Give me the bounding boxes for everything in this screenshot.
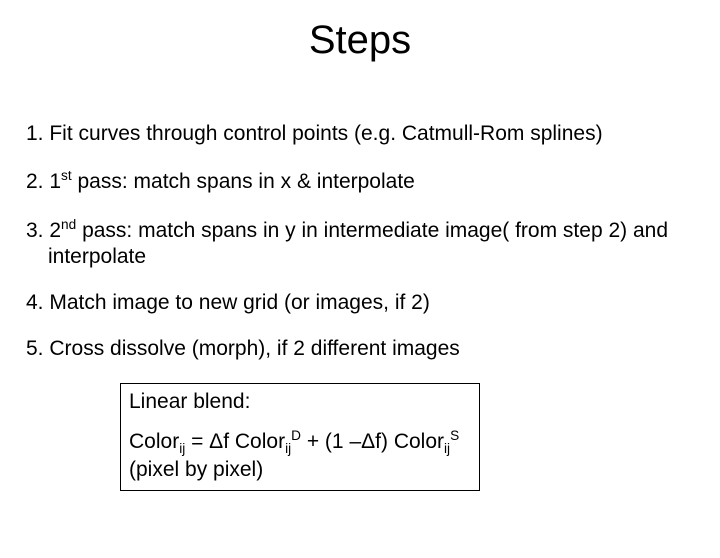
linear-blend-box: Linear blend: Colorij = Δf ColorijD + (1… [120, 383, 480, 492]
step-2-sup: st [61, 168, 72, 183]
f-d: D [291, 428, 301, 443]
step-3-prefix: 2 [49, 219, 61, 242]
step-2-num: 2. [26, 170, 44, 193]
step-3-num: 3. [26, 219, 44, 242]
step-3-rest: pass: match spans in y in intermediate i… [48, 219, 668, 268]
f-s: S [450, 428, 459, 443]
step-4-text: Match image to new grid (or images, if 2… [49, 291, 429, 314]
step-1-text: Fit curves through control points (e.g. … [49, 122, 602, 145]
step-2: 2. 1st pass: match spans in x & interpol… [26, 167, 708, 195]
step-4-num: 4. [26, 291, 44, 314]
slide-title: Steps [0, 18, 720, 63]
linear-blend-title: Linear blend: [129, 390, 471, 414]
f-color-3: Color [394, 430, 444, 453]
steps-list: 1. Fit curves through control points (e.… [0, 121, 720, 363]
f-color-2: Color [235, 430, 285, 453]
step-1-num: 1. [26, 122, 44, 145]
step-5: 5. Cross dissolve (morph), if 2 differen… [26, 336, 708, 362]
f-plus: + (1 –Δf) [301, 430, 394, 453]
step-3: 3. 2nd pass: match spans in y in interme… [26, 216, 708, 271]
step-1: 1. Fit curves through control points (e.… [26, 121, 708, 147]
step-5-num: 5. [26, 337, 44, 360]
step-2-rest: pass: match spans in x & interpolate [72, 170, 415, 193]
step-4: 4. Match image to new grid (or images, i… [26, 290, 708, 316]
linear-blend-formula: Colorij = Δf ColorijD + (1 –Δf) ColorijS… [129, 428, 471, 483]
step-5-text: Cross dissolve (morph), if 2 different i… [49, 337, 459, 360]
f-tail: (pixel by pixel) [129, 458, 263, 481]
f-eq: = Δf [185, 430, 235, 453]
step-2-prefix: 1 [49, 170, 61, 193]
step-3-sup: nd [61, 217, 76, 232]
f-color-1: Color [129, 430, 179, 453]
